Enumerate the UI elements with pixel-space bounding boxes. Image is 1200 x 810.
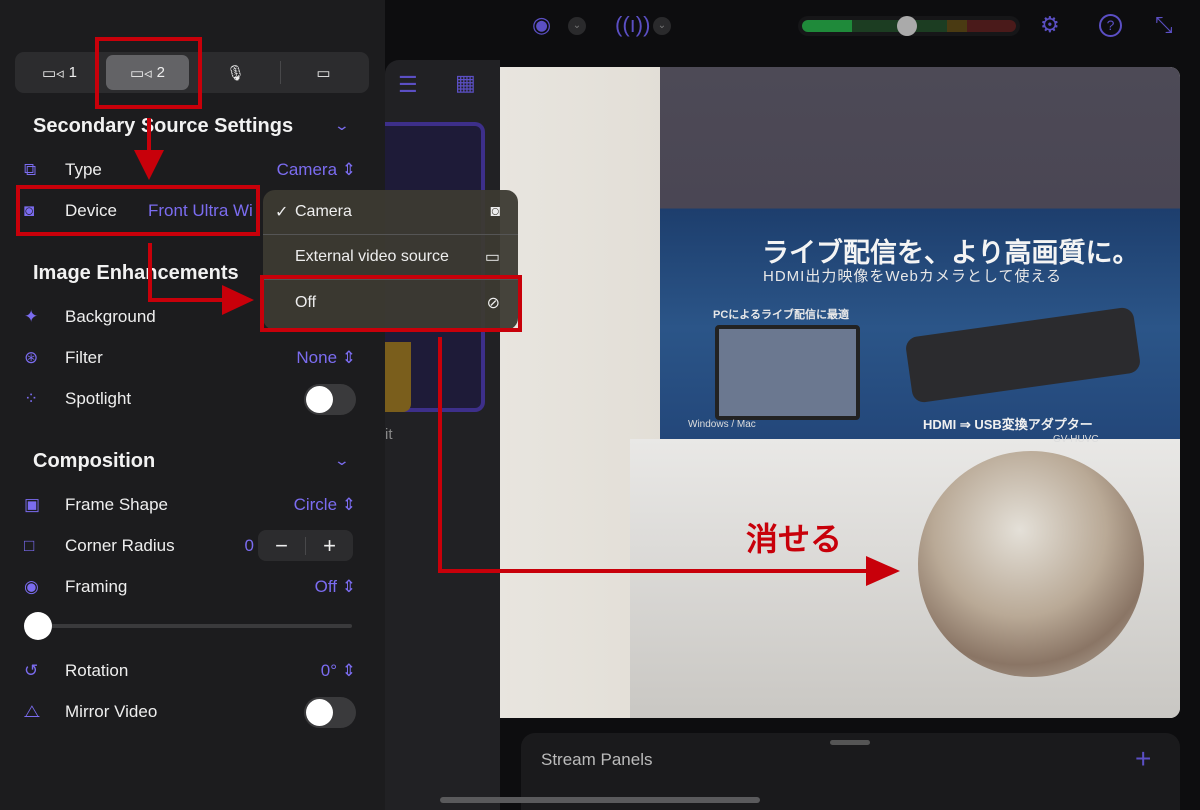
mirror-toggle[interactable] [304,696,356,728]
person-square-icon: ▣ [24,495,41,514]
box-pc-text: PCによるライブ配信に最適 [713,309,849,321]
audio-gain-thumb[interactable] [897,16,917,36]
menu-item-camera[interactable]: ✓ Camera ◙ [263,190,518,235]
filter-row[interactable]: ⊛ Filter None ⇕ [24,343,356,373]
annotation-arrow [148,298,228,302]
section-title-composition: Composition [33,450,156,472]
tab-screen[interactable]: ▭ [282,55,365,90]
square-icon: □ [24,536,35,555]
person-circle-icon: ◉ [24,577,39,596]
frame-shape-select[interactable]: Circle [294,495,337,515]
add-panel-button[interactable]: + [1135,743,1151,775]
video-camera-icon: ▭◃ [41,64,64,82]
grid-icon[interactable]: ▦ [455,70,476,96]
chevron-updown-icon: ⇕ [337,160,356,179]
box-subtitle: HDMI出力映像をWebカメラとして使える [763,268,1063,285]
mirror-row: ⧍ Mirror Video [24,696,356,728]
laptop-image [715,325,860,420]
type-row[interactable]: ⧉ Type Camera ⇕ [24,155,356,185]
corner-radius-row: □ Corner Radius 0 [24,536,254,555]
screen-share-icon: ▭ [316,64,331,82]
rotate-icon: ↺ [24,661,39,680]
rotation-row[interactable]: ↺ Rotation 0° ⇕ [24,656,356,686]
annotation-arrow [148,243,152,302]
sparkle-icon: ✦ [24,307,39,326]
top-toolbar: ◉ ⌄ ((ı)) ⌄ ⚙ ? ⤡ [385,0,1200,60]
record-icon[interactable]: ◉ [532,12,551,38]
broadcast-icon[interactable]: ((ı)) [615,12,650,38]
annotation-arrow [438,569,870,573]
checkmark-icon: ✓ [275,204,289,221]
filter-circles-icon: ⊛ [24,348,39,367]
menu-item-external-video[interactable]: External video source ▭ [263,235,518,280]
arrow-head-icon [222,285,254,315]
video-preview: ライブ配信を、より高画質に。 HDMI出力映像をWebカメラとして使える PCに… [500,67,1180,718]
camera-type-icon: ⧉ [24,160,37,179]
home-indicator [440,797,760,803]
scene-thumbnail [385,342,411,412]
microphone-icon: 🎙︎ [225,64,246,82]
gear-icon[interactable]: ⚙ [1040,12,1060,38]
decrement-button[interactable]: − [258,533,305,559]
chevron-down-icon[interactable]: ⌄ [568,17,586,35]
spotlight-toggle[interactable] [304,383,356,415]
scene-label: it [385,426,393,443]
filter-select[interactable]: None [296,348,337,368]
box-os-text: Windows / Mac [688,419,756,430]
rotation-select[interactable]: 0° [321,661,337,681]
help-icon[interactable]: ? [1099,14,1122,37]
corner-radius-value: 0 [244,536,254,555]
expand-icon[interactable]: ⤡ [1155,12,1173,38]
list-icon[interactable]: ☰ [398,72,418,98]
arrow-head-icon [866,556,900,586]
chevron-updown-icon: ⇕ [337,661,356,680]
divider [280,61,281,84]
secondary-camera-circle [918,451,1144,677]
corner-radius-stepper: − + [258,530,353,561]
type-select[interactable]: Camera [277,160,337,180]
chevron-updown-icon: ⇕ [337,348,356,367]
annotation-box-tab [95,37,202,109]
section-title-enhancements: Image Enhancements [33,262,239,284]
spotlight-row: ⁘ Spotlight [24,383,356,415]
frame-shape-row[interactable]: ▣ Frame Shape Circle ⇕ [24,490,356,520]
increment-button[interactable]: + [306,533,353,559]
chevron-updown-icon: ⇕ [337,495,356,514]
chevron-down-icon[interactable]: ⌄ [334,117,350,134]
chevron-down-icon[interactable]: ⌄ [653,17,671,35]
camera-icon: ◙ [490,203,500,220]
tab-camera-1[interactable]: ▭◃ 1 [18,55,101,90]
chevron-updown-icon: ⇕ [337,577,356,596]
box-model-text: GV-HUVC [1053,434,1099,445]
arrow-head-icon [134,150,164,180]
chevron-down-icon[interactable]: ⌄ [334,452,350,469]
framing-slider-thumb[interactable] [24,612,52,640]
tab-microphone[interactable]: 🎙︎ [194,55,277,90]
framing-row[interactable]: ◉ Framing Off ⇕ [24,572,356,602]
spotlight-icon: ⁘ [24,389,39,408]
mirror-icon: ⧍ [24,702,40,721]
annotation-box-off [260,275,522,332]
scene-sidebar: ☰ ▦ it [385,60,500,810]
section-title-secondary: Secondary Source Settings [33,115,294,137]
framing-select[interactable]: Off [315,577,337,597]
annotation-arrow [438,337,442,573]
annotation-box-device [16,185,260,236]
annotation-label: 消せる [746,521,843,557]
settings-panel: ▭◃ 1 ▭◃ 2 🎙︎ ▭ Secondary Source Settings ⌄… [0,0,385,810]
box-product-text: HDMI ⇒ USB変換アダプター [923,417,1093,432]
drag-handle[interactable] [830,740,870,745]
stream-panels-title: Stream Panels [541,750,653,769]
framing-slider[interactable] [27,624,352,628]
monitor-icon: ▭ [484,249,500,266]
